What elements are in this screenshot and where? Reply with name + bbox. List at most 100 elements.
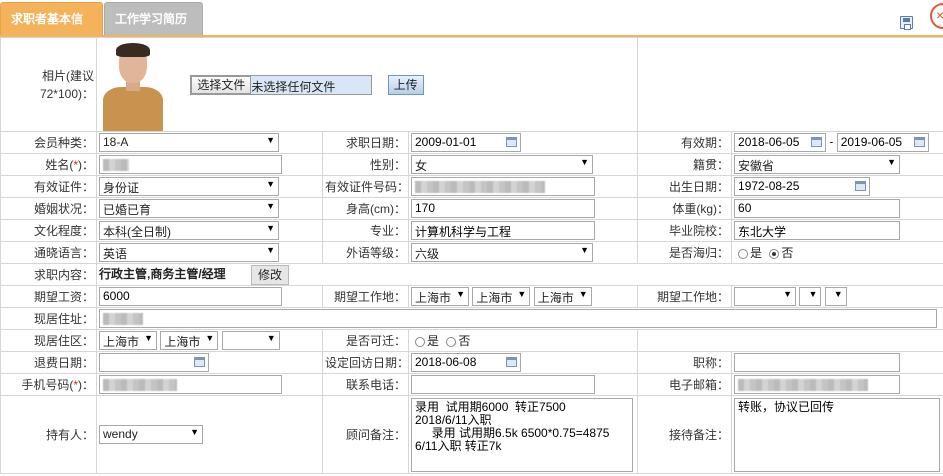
relocate-label: 是否可迁： [322,329,409,352]
id-type-label: 有效证件： [0,175,97,198]
salary-label: 期望工资： [0,285,97,308]
applicant-form: 相片(建议72*100)： 选择文件 未选择任何文件 上传 会员种类： 18-A… [0,37,943,474]
residence-city-select[interactable]: 上海市 ▼ [99,331,157,350]
overseas-label: 是否海归： [637,241,733,264]
photo-cell: 选择文件 未选择任何文件 上传 [95,37,639,132]
weight-label: 体重(kg)： [637,197,733,220]
holder-label: 持有人： [0,395,97,474]
photo-empty-cell [637,37,943,132]
holder-select[interactable]: wendy ▼ [99,425,203,444]
tab-bar: 求职者基本信息 工作学习简历 × [0,0,943,58]
height-label: 身高(cm)： [322,197,409,220]
school-label: 毕业院校： [637,219,733,242]
relocate-yes-label: 是 [427,334,440,348]
upload-button[interactable]: 上传 [387,74,424,95]
calendar-icon[interactable] [811,137,823,147]
birth-date-label: 出生日期： [637,175,733,198]
valid-period-label: 有效期： [637,131,733,154]
relocate-no-radio[interactable] [446,336,457,347]
valid-to-input[interactable]: 2019-06-05 [836,133,929,152]
work-location-district-select[interactable]: 上海市 ▼ [533,287,592,306]
marital-label: 婚姻状况： [0,197,97,220]
valid-separator: - [829,134,834,149]
advisor-note-label: 顾问备注： [322,395,409,474]
residence-area-label: 现居住区： [0,329,97,352]
edit-job-button[interactable]: 修改 [251,264,290,285]
tab-basic-info[interactable]: 求职者基本信息 [0,2,103,58]
calendar-icon[interactable] [506,357,517,367]
education-label: 文化程度： [0,219,97,242]
language-level-select[interactable]: 六级 ▼ [411,243,593,262]
address-input[interactable] [99,309,937,328]
close-icon[interactable]: × [930,3,943,29]
contact-phone-label: 联系电话： [322,373,409,396]
file-status: 未选择任何文件 [251,79,336,94]
work-location-2-label: 期望工作地： [637,285,733,308]
advisor-note-textarea[interactable]: 录用 试用期6000 转正7500 2018/6/11入职 录用 试用期6.5k… [411,398,633,472]
refund-date-input[interactable] [99,353,209,372]
school-input[interactable]: 东北大学 [734,221,901,240]
work-location-label: 期望工作地： [322,285,409,308]
choose-file-button[interactable]: 选择文件 [191,75,252,94]
email-input[interactable] [734,375,901,394]
apply-date-input[interactable]: 2009-01-01 [411,133,521,152]
overseas-no-label: 否 [781,246,794,260]
contact-phone-input[interactable] [411,375,595,394]
weight-input[interactable]: 60 [734,199,901,218]
reception-note-label: 接待备注： [637,395,733,474]
calendar-icon[interactable] [913,137,925,147]
relocate-no-label: 否 [458,334,471,348]
revisit-date-input[interactable]: 2018-06-08 [411,353,521,372]
reception-note-textarea[interactable]: 转账，协议已回传 [734,398,941,472]
calendar-icon[interactable] [506,137,517,147]
id-number-input[interactable] [411,177,595,196]
empty-cell [637,329,943,352]
refund-date-label: 退费日期： [0,351,97,374]
job-title-input[interactable] [734,353,901,372]
native-place-label: 籍贯： [637,153,733,176]
photo-label: 相片(建议72*100)： [0,37,97,132]
save-icon[interactable] [900,16,913,30]
major-input[interactable]: 计算机科学与工程 [411,221,595,240]
marital-select[interactable]: 已婚已育 ▼ [99,199,279,218]
applicant-photo [99,38,167,131]
language-label: 通晓语言： [0,241,97,264]
email-label: 电子邮箱： [637,373,733,396]
education-select[interactable]: 本科(全日制) ▼ [99,221,279,240]
work-location-city-select[interactable]: 上海市 ▼ [472,287,531,306]
member-type-select[interactable]: 18-A ▼ [99,133,279,152]
native-place-select[interactable]: 安徽省 ▼ [734,155,901,174]
tab-resume[interactable]: 工作学习简历 [104,2,203,36]
job-title-label: 职称： [637,351,733,374]
calendar-icon[interactable] [194,357,205,367]
id-type-select[interactable]: 身份证 ▼ [99,177,279,196]
member-type-label: 会员种类： [0,131,97,154]
major-label: 专业： [322,219,409,242]
job-content-value: 行政主管,商务主管/经理 [99,266,226,281]
job-content-label: 求职内容： [0,263,97,286]
work-location-province-select[interactable]: 上海市 ▼ [411,287,469,306]
language-select[interactable]: 英语 ▼ [99,243,279,262]
overseas-no-radio[interactable] [769,248,780,259]
gender-label: 性别： [322,153,409,176]
gender-select[interactable]: 女 ▼ [411,155,593,174]
residence-street-select[interactable]: ▼ [221,331,280,350]
relocate-yes-radio[interactable] [415,336,425,347]
address-label: 现居住址： [0,307,97,330]
mobile-input[interactable] [99,375,282,394]
name-label: 姓名(*)： [0,153,97,176]
birth-date-input[interactable]: 1972-08-25 [734,177,871,196]
language-level-label: 外语等级： [322,241,409,264]
salary-input[interactable]: 6000 [99,287,282,306]
file-input[interactable]: 选择文件 未选择任何文件 [190,74,373,95]
work-location-2-district-select[interactable]: ▼ [824,287,847,306]
name-input[interactable] [99,155,282,174]
calendar-icon[interactable] [855,181,867,191]
height-input[interactable]: 170 [411,199,595,218]
work-location-2-province-select[interactable]: ▼ [734,287,797,306]
valid-from-input[interactable]: 2018-06-05 [734,133,827,152]
overseas-yes-radio[interactable] [738,248,749,259]
revisit-date-label: 设定回访日期： [322,351,409,374]
residence-district-select[interactable]: 上海市 ▼ [160,331,219,350]
work-location-2-city-select[interactable]: ▼ [799,287,822,306]
